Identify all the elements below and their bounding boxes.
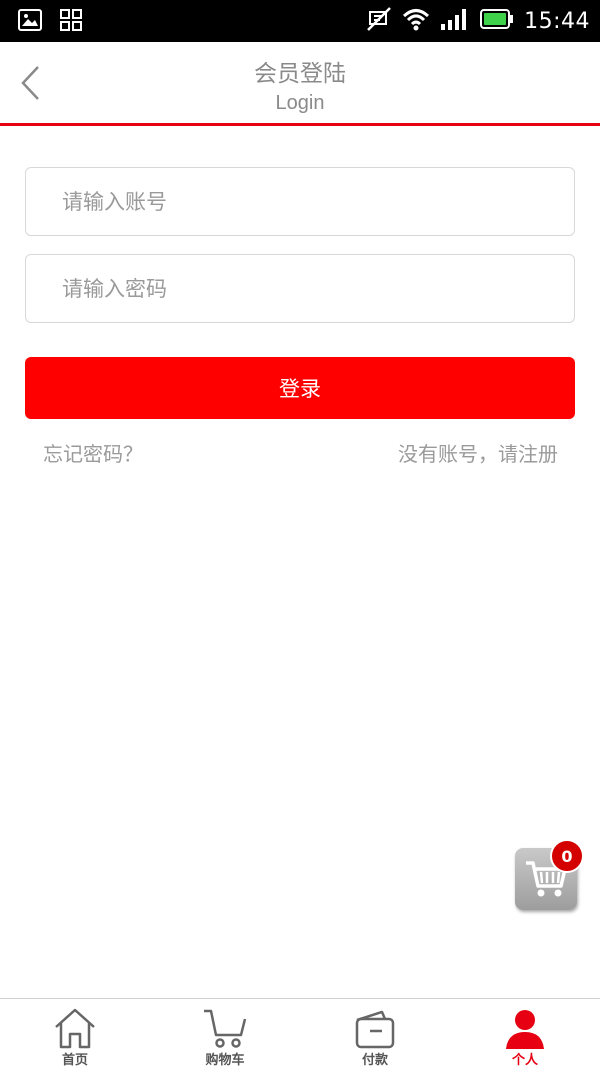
password-field[interactable] [25,254,575,323]
home-icon [55,1008,95,1049]
nav-item-profile[interactable]: 个人 [450,999,600,1067]
signal-icon [440,7,470,35]
nav-label-home: 首页 [61,1053,88,1067]
login-button[interactable]: 登录 [25,357,575,419]
mute-icon [366,6,392,36]
register-link[interactable]: 没有账号，请注册 [398,438,558,467]
nav-item-payment[interactable]: 付款 [300,999,450,1067]
battery-icon [480,8,514,34]
person-icon [506,1010,544,1049]
image-icon [18,9,42,35]
wallet-icon [355,1010,395,1049]
cart-count-badge: 0 [550,839,584,873]
page-title: 会员登陆 [254,61,346,87]
nav-label-profile: 个人 [511,1053,538,1067]
status-bar: 15:44 [0,0,600,42]
clock: 15:44 [524,8,590,34]
nav-label-cart: 购物车 [205,1053,245,1067]
password-input[interactable] [26,255,574,322]
nav-item-cart[interactable]: 购物车 [150,999,300,1067]
bottom-nav: 首页 购物车 付款 个人 [0,998,600,1067]
cart-icon [204,1009,247,1048]
apps-icon [60,9,82,35]
page-subtitle: Login [275,92,325,114]
account-input[interactable] [26,168,574,235]
forgot-password-link[interactable]: 忘记密码？ [43,438,143,467]
wifi-icon [402,7,430,35]
nav-label-payment: 付款 [361,1053,388,1067]
nav-item-home[interactable]: 首页 [0,999,150,1067]
account-field[interactable] [25,167,575,236]
page-header: 会员登陆 Login [0,42,600,126]
